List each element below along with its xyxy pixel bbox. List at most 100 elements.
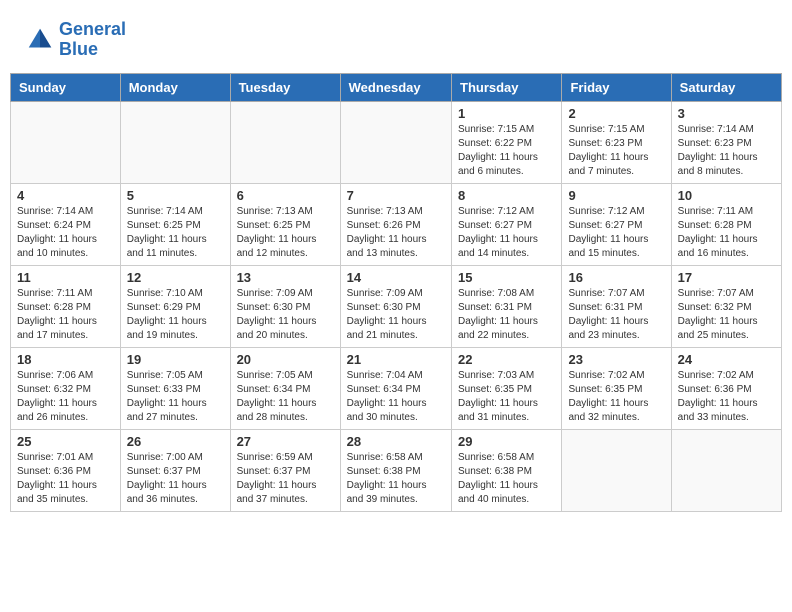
day-number: 14 <box>347 270 445 285</box>
day-info: Sunrise: 7:07 AMSunset: 6:32 PMDaylight:… <box>678 287 775 343</box>
calendar-cell: 20 Sunrise: 7:05 AMSunset: 6:34 PMDayligh… <box>230 347 340 429</box>
day-info: Sunrise: 7:14 AMSunset: 6:23 PMDaylight:… <box>678 123 775 179</box>
calendar-week-row: 11 Sunrise: 7:11 AMSunset: 6:28 PMDayligh… <box>11 265 782 347</box>
day-info: Sunrise: 7:10 AMSunset: 6:29 PMDaylight:… <box>127 287 224 343</box>
day-number: 20 <box>237 352 334 367</box>
day-info: Sunrise: 7:00 AMSunset: 6:37 PMDaylight:… <box>127 451 224 507</box>
calendar-cell: 3 Sunrise: 7:14 AMSunset: 6:23 PMDaylight… <box>671 101 781 183</box>
calendar-cell: 14 Sunrise: 7:09 AMSunset: 6:30 PMDayligh… <box>340 265 451 347</box>
calendar-cell: 12 Sunrise: 7:10 AMSunset: 6:29 PMDayligh… <box>120 265 230 347</box>
calendar-cell: 19 Sunrise: 7:05 AMSunset: 6:33 PMDayligh… <box>120 347 230 429</box>
day-number: 21 <box>347 352 445 367</box>
calendar-cell: 4 Sunrise: 7:14 AMSunset: 6:24 PMDaylight… <box>11 183 121 265</box>
day-info: Sunrise: 6:59 AMSunset: 6:37 PMDaylight:… <box>237 451 334 507</box>
day-number: 11 <box>17 270 114 285</box>
day-info: Sunrise: 7:02 AMSunset: 6:36 PMDaylight:… <box>678 369 775 425</box>
calendar-cell: 23 Sunrise: 7:02 AMSunset: 6:35 PMDayligh… <box>562 347 671 429</box>
day-number: 5 <box>127 188 224 203</box>
day-number: 19 <box>127 352 224 367</box>
day-number: 2 <box>568 106 664 121</box>
calendar-week-row: 25 Sunrise: 7:01 AMSunset: 6:36 PMDayligh… <box>11 429 782 511</box>
day-number: 25 <box>17 434 114 449</box>
calendar-cell: 22 Sunrise: 7:03 AMSunset: 6:35 PMDayligh… <box>452 347 562 429</box>
calendar-week-row: 18 Sunrise: 7:06 AMSunset: 6:32 PMDayligh… <box>11 347 782 429</box>
calendar-cell: 6 Sunrise: 7:13 AMSunset: 6:25 PMDaylight… <box>230 183 340 265</box>
calendar-cell: 16 Sunrise: 7:07 AMSunset: 6:31 PMDayligh… <box>562 265 671 347</box>
day-number: 3 <box>678 106 775 121</box>
day-info: Sunrise: 7:01 AMSunset: 6:36 PMDaylight:… <box>17 451 114 507</box>
day-info: Sunrise: 6:58 AMSunset: 6:38 PMDaylight:… <box>347 451 445 507</box>
day-number: 13 <box>237 270 334 285</box>
day-number: 27 <box>237 434 334 449</box>
day-info: Sunrise: 7:09 AMSunset: 6:30 PMDaylight:… <box>347 287 445 343</box>
logo-text: General Blue <box>59 20 126 60</box>
calendar-cell <box>671 429 781 511</box>
day-info: Sunrise: 7:04 AMSunset: 6:34 PMDaylight:… <box>347 369 445 425</box>
day-number: 29 <box>458 434 555 449</box>
day-info: Sunrise: 7:05 AMSunset: 6:34 PMDaylight:… <box>237 369 334 425</box>
day-number: 23 <box>568 352 664 367</box>
day-number: 9 <box>568 188 664 203</box>
calendar-cell: 1Sunrise: 7:15 AMSunset: 6:22 PMDaylight… <box>452 101 562 183</box>
day-number: 17 <box>678 270 775 285</box>
day-info: Sunrise: 7:15 AMSunset: 6:23 PMDaylight:… <box>568 123 664 179</box>
page-header: General Blue <box>10 10 782 65</box>
calendar-week-row: 1Sunrise: 7:15 AMSunset: 6:22 PMDaylight… <box>11 101 782 183</box>
calendar-cell: 26 Sunrise: 7:00 AMSunset: 6:37 PMDayligh… <box>120 429 230 511</box>
calendar-cell: 24Sunrise: 7:02 AMSunset: 6:36 PMDayligh… <box>671 347 781 429</box>
weekday-header-tuesday: Tuesday <box>230 73 340 101</box>
calendar-cell: 15 Sunrise: 7:08 AMSunset: 6:31 PMDayligh… <box>452 265 562 347</box>
day-info: Sunrise: 7:13 AMSunset: 6:26 PMDaylight:… <box>347 205 445 261</box>
day-info: Sunrise: 7:15 AMSunset: 6:22 PMDaylight:… <box>458 123 555 179</box>
calendar-cell: 2 Sunrise: 7:15 AMSunset: 6:23 PMDaylight… <box>562 101 671 183</box>
day-info: Sunrise: 6:58 AMSunset: 6:38 PMDaylight:… <box>458 451 555 507</box>
day-info: Sunrise: 7:03 AMSunset: 6:35 PMDaylight:… <box>458 369 555 425</box>
day-number: 15 <box>458 270 555 285</box>
day-info: Sunrise: 7:13 AMSunset: 6:25 PMDaylight:… <box>237 205 334 261</box>
calendar-cell: 29 Sunrise: 6:58 AMSunset: 6:38 PMDayligh… <box>452 429 562 511</box>
day-number: 6 <box>237 188 334 203</box>
day-number: 22 <box>458 352 555 367</box>
day-number: 18 <box>17 352 114 367</box>
weekday-header-wednesday: Wednesday <box>340 73 451 101</box>
day-info: Sunrise: 7:11 AMSunset: 6:28 PMDaylight:… <box>678 205 775 261</box>
weekday-header-friday: Friday <box>562 73 671 101</box>
weekday-header-thursday: Thursday <box>452 73 562 101</box>
day-number: 16 <box>568 270 664 285</box>
day-number: 7 <box>347 188 445 203</box>
day-number: 10 <box>678 188 775 203</box>
logo-icon <box>25 25 55 55</box>
day-number: 26 <box>127 434 224 449</box>
day-info: Sunrise: 7:12 AMSunset: 6:27 PMDaylight:… <box>568 205 664 261</box>
calendar-cell: 7 Sunrise: 7:13 AMSunset: 6:26 PMDaylight… <box>340 183 451 265</box>
logo: General Blue <box>25 20 126 60</box>
day-info: Sunrise: 7:06 AMSunset: 6:32 PMDaylight:… <box>17 369 114 425</box>
day-info: Sunrise: 7:02 AMSunset: 6:35 PMDaylight:… <box>568 369 664 425</box>
weekday-header-saturday: Saturday <box>671 73 781 101</box>
day-info: Sunrise: 7:08 AMSunset: 6:31 PMDaylight:… <box>458 287 555 343</box>
calendar-cell: 17 Sunrise: 7:07 AMSunset: 6:32 PMDayligh… <box>671 265 781 347</box>
calendar-cell: 27 Sunrise: 6:59 AMSunset: 6:37 PMDayligh… <box>230 429 340 511</box>
day-number: 4 <box>17 188 114 203</box>
day-info: Sunrise: 7:14 AMSunset: 6:25 PMDaylight:… <box>127 205 224 261</box>
day-info: Sunrise: 7:07 AMSunset: 6:31 PMDaylight:… <box>568 287 664 343</box>
day-info: Sunrise: 7:05 AMSunset: 6:33 PMDaylight:… <box>127 369 224 425</box>
day-info: Sunrise: 7:11 AMSunset: 6:28 PMDaylight:… <box>17 287 114 343</box>
calendar-cell: 18 Sunrise: 7:06 AMSunset: 6:32 PMDayligh… <box>11 347 121 429</box>
calendar-cell <box>340 101 451 183</box>
calendar-cell <box>11 101 121 183</box>
day-info: Sunrise: 7:14 AMSunset: 6:24 PMDaylight:… <box>17 205 114 261</box>
weekday-header-monday: Monday <box>120 73 230 101</box>
day-number: 12 <box>127 270 224 285</box>
calendar-cell <box>120 101 230 183</box>
calendar-cell: 11 Sunrise: 7:11 AMSunset: 6:28 PMDayligh… <box>11 265 121 347</box>
day-number: 28 <box>347 434 445 449</box>
calendar-cell <box>230 101 340 183</box>
calendar-cell: 8Sunrise: 7:12 AMSunset: 6:27 PMDaylight… <box>452 183 562 265</box>
calendar-cell: 10 Sunrise: 7:11 AMSunset: 6:28 PMDayligh… <box>671 183 781 265</box>
calendar-week-row: 4 Sunrise: 7:14 AMSunset: 6:24 PMDaylight… <box>11 183 782 265</box>
calendar-cell: 9 Sunrise: 7:12 AMSunset: 6:27 PMDaylight… <box>562 183 671 265</box>
calendar-header-row: SundayMondayTuesdayWednesdayThursdayFrid… <box>11 73 782 101</box>
calendar-cell <box>562 429 671 511</box>
day-info: Sunrise: 7:09 AMSunset: 6:30 PMDaylight:… <box>237 287 334 343</box>
